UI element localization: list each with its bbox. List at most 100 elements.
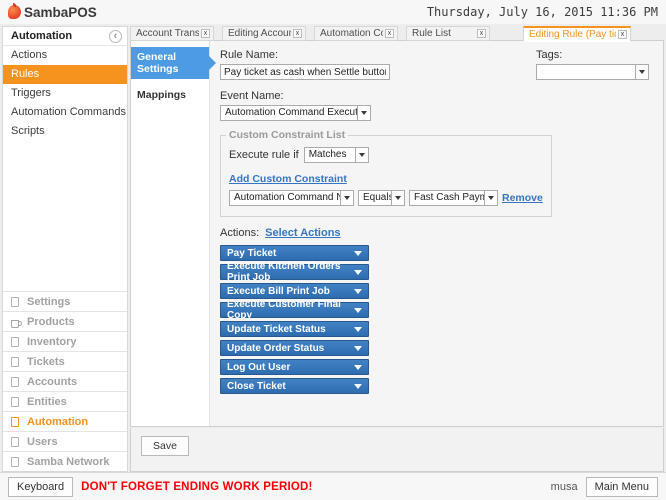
sidebar-title: Automation <box>11 30 73 42</box>
custom-constraint-group: Custom Constraint List Execute rule if M… <box>220 129 552 217</box>
tab-label: Editing Rule (Pay ticke <box>529 29 616 40</box>
action-label: Close Ticket <box>227 380 286 392</box>
event-name-dropdown-icon[interactable] <box>358 105 371 121</box>
tab-mappings[interactable]: Mappings <box>131 85 209 105</box>
chevron-down-icon <box>354 307 362 313</box>
chevron-down-icon <box>354 288 362 294</box>
tab-close-icon[interactable]: x <box>293 29 302 38</box>
module-label: Tickets <box>27 355 65 368</box>
chevron-down-icon <box>354 269 362 275</box>
rule-name-label: Rule Name: <box>220 49 279 61</box>
action-expander-update-order-status[interactable]: Update Order Status <box>220 340 369 356</box>
action-label: Execute Kitchen Orders Print Job <box>227 261 341 283</box>
select-actions-link[interactable]: Select Actions <box>265 227 340 239</box>
chevron-down-icon <box>354 364 362 370</box>
rule-name-input[interactable] <box>220 64 390 80</box>
save-button[interactable]: Save <box>141 436 189 456</box>
sidebar-item-actions[interactable]: Actions <box>3 46 127 65</box>
sidebar: Automation ‹ Actions Rules Triggers Auto… <box>2 26 128 472</box>
actions-label: Actions: <box>220 227 260 239</box>
chevron-down-icon <box>354 383 362 389</box>
sidebar-item-triggers[interactable]: Triggers <box>3 84 127 103</box>
add-custom-constraint-link[interactable]: Add Custom Constraint <box>229 173 347 185</box>
constraint-operator-combo[interactable]: Equals <box>358 190 392 206</box>
save-row: Save <box>130 428 664 472</box>
action-expander-bill-print[interactable]: Execute Bill Print Job <box>220 283 369 299</box>
action-expander-close-ticket[interactable]: Close Ticket <box>220 378 369 394</box>
module-settings[interactable]: Settings <box>3 291 127 311</box>
tags-combo[interactable] <box>536 64 636 80</box>
inventory-icon <box>11 336 19 347</box>
automation-icon <box>11 416 19 427</box>
tab-close-icon[interactable]: x <box>618 30 627 39</box>
tickets-icon <box>11 356 19 367</box>
action-expander-customer-final-copy[interactable]: Execute Customer Final Copy <box>220 299 369 321</box>
main-menu-button[interactable]: Main Menu <box>585 476 658 497</box>
execute-rule-if-label: Execute rule if <box>229 149 299 161</box>
module-list: Settings Products Inventory Tickets Acco… <box>3 291 127 471</box>
settings-icon <box>11 296 19 307</box>
tab-automation-command[interactable]: Automation Comman x <box>314 26 398 41</box>
back-icon[interactable]: ‹ <box>109 29 122 43</box>
match-type-dropdown-icon[interactable] <box>355 147 369 163</box>
accounts-icon <box>11 376 19 387</box>
tab-close-icon[interactable]: x <box>385 29 394 38</box>
sidebar-item-automation-commands[interactable]: Automation Commands <box>3 103 127 122</box>
module-samba-network[interactable]: Samba Network <box>3 451 127 471</box>
module-entities[interactable]: Entities <box>3 391 127 411</box>
sidebar-item-scripts[interactable]: Scripts <box>3 122 127 141</box>
tab-general-settings[interactable]: General Settings <box>131 47 216 79</box>
tab-editing-rule[interactable]: Editing Rule (Pay ticke x <box>523 26 631 42</box>
event-name-combo[interactable]: Automation Command Executed <box>220 105 358 121</box>
module-users[interactable]: Users <box>3 431 127 451</box>
action-expander-log-out-user[interactable]: Log Out User <box>220 359 369 375</box>
module-automation[interactable]: Automation <box>3 411 127 431</box>
action-label: Execute Bill Print Job <box>227 285 330 297</box>
tab-close-icon[interactable]: x <box>477 29 486 38</box>
constraint-field-combo[interactable]: Automation Command Name <box>229 190 341 206</box>
logged-in-user: musa <box>550 480 578 493</box>
match-type-combo[interactable]: Matches <box>303 147 356 163</box>
app-logo-text: SambaPOS <box>24 4 97 20</box>
action-expander-update-ticket-status[interactable]: Update Ticket Status <box>220 321 369 337</box>
entities-icon <box>11 396 19 407</box>
module-accounts[interactable]: Accounts <box>3 371 127 391</box>
chevron-down-icon <box>354 326 362 332</box>
module-inventory[interactable]: Inventory <box>3 331 127 351</box>
action-label: Execute Customer Final Copy <box>227 299 341 321</box>
sidebar-item-rules[interactable]: Rules <box>3 65 127 84</box>
status-bar: Keyboard DON'T FORGET ENDING WORK PERIOD… <box>0 472 666 500</box>
constraint-operator-dropdown-icon[interactable] <box>392 190 405 206</box>
action-label: Log Out User <box>227 361 291 373</box>
module-label: Products <box>27 315 75 328</box>
chevron-down-icon <box>354 250 362 256</box>
module-label: Settings <box>27 295 71 308</box>
chevron-down-icon <box>354 345 362 351</box>
sambapos-flame-icon <box>8 3 21 19</box>
module-products[interactable]: Products <box>3 311 127 331</box>
tab-rule-list[interactable]: Rule List x <box>406 26 490 41</box>
module-label: Users <box>27 435 58 448</box>
constraint-value-combo[interactable]: Fast Cash Payment <box>409 190 485 206</box>
tags-dropdown-icon[interactable] <box>636 64 649 80</box>
module-tickets[interactable]: Tickets <box>3 351 127 371</box>
users-icon <box>11 436 19 447</box>
constraint-field-dropdown-icon[interactable] <box>341 190 354 206</box>
event-name-label: Event Name: <box>220 90 284 102</box>
action-expander-kitchen-orders-print[interactable]: Execute Kitchen Orders Print Job <box>220 261 369 283</box>
tab-close-icon[interactable]: x <box>201 29 210 38</box>
sidebar-header: Automation ‹ <box>3 27 127 46</box>
tab-label: Automation Comman <box>320 28 383 39</box>
module-label: Automation <box>27 415 89 428</box>
action-list: Pay Ticket Execute Kitchen Orders Print … <box>220 245 653 394</box>
module-label: Entities <box>27 395 67 408</box>
app-header: SambaPOS Thursday, July 16, 2015 11:36 P… <box>0 0 666 24</box>
action-expander-pay-ticket[interactable]: Pay Ticket <box>220 245 369 261</box>
tab-editing-account-trans[interactable]: Editing Account Trans x <box>222 26 306 41</box>
constraint-value-dropdown-icon[interactable] <box>485 190 498 206</box>
remove-constraint-link[interactable]: Remove <box>502 192 543 204</box>
module-label: Inventory <box>27 335 77 348</box>
keyboard-button[interactable]: Keyboard <box>8 476 74 497</box>
tab-label: Editing Account Trans <box>228 28 291 39</box>
tab-account-transaction[interactable]: Account Transaction D x <box>130 26 214 41</box>
